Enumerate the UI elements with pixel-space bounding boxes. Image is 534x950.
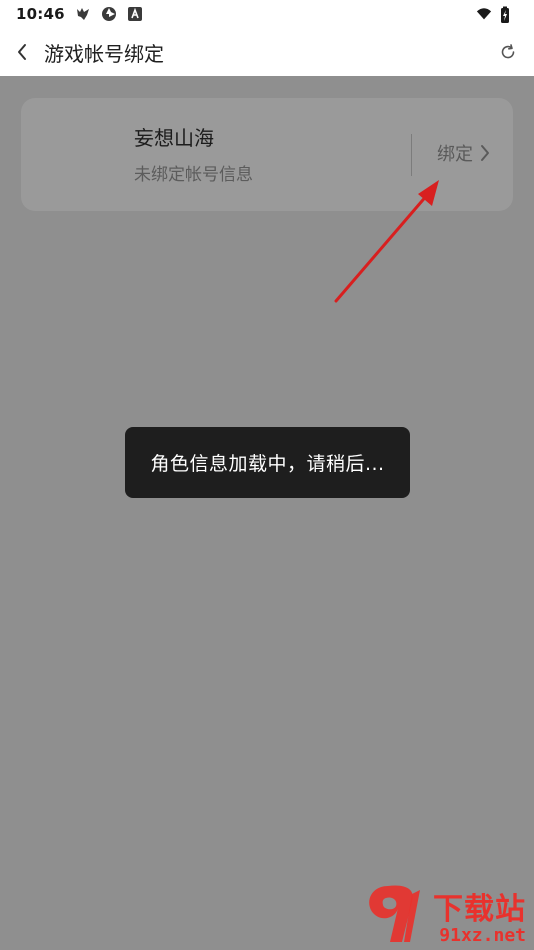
page-title: 游戏帐号绑定 <box>44 41 164 66</box>
status-right <box>476 6 516 23</box>
aperture-icon <box>101 6 117 22</box>
text-a-icon <box>127 6 143 22</box>
toast-message: 角色信息加载中，请稍后... <box>150 453 385 475</box>
refresh-icon <box>499 43 517 61</box>
app-header: 游戏帐号绑定 <box>0 28 534 76</box>
game-name: 妄想山海 <box>134 126 214 150</box>
loading-toast: 角色信息加载中，请稍后... <box>125 427 410 498</box>
watermark-logo-icon <box>369 885 420 942</box>
bind-button[interactable]: 绑定 <box>419 138 509 168</box>
wifi-icon <box>476 6 492 22</box>
chevron-left-icon <box>16 43 28 61</box>
battery-charging-icon <box>500 6 516 23</box>
site-watermark: 下载站 91xz.net <box>360 880 530 948</box>
back-button[interactable] <box>2 28 42 76</box>
game-bind-status: 未绑定帐号信息 <box>134 165 253 185</box>
watermark-url: 91xz.net <box>439 925 526 946</box>
status-left: 10:46 <box>16 5 143 23</box>
bind-button-label: 绑定 <box>437 144 473 165</box>
refresh-button[interactable] <box>498 42 518 62</box>
chevron-right-icon <box>479 144 491 162</box>
game-card: 妄想山海 未绑定帐号信息 绑定 <box>21 98 513 211</box>
status-bar: 10:46 <box>0 0 534 28</box>
wolf-app-icon <box>75 6 91 22</box>
card-divider <box>411 134 412 176</box>
watermark-site-name: 下载站 <box>433 892 526 927</box>
status-time: 10:46 <box>16 5 65 23</box>
content-area: 妄想山海 未绑定帐号信息 绑定 角色信息加载中，请稍后... 下载站 91xz.… <box>0 76 534 950</box>
